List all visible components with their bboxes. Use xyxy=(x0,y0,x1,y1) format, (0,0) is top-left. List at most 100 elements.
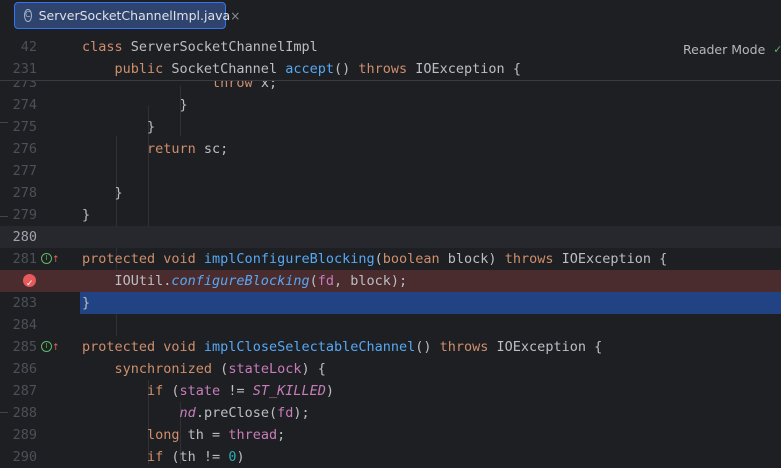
code-token: ( xyxy=(171,383,180,399)
code-line[interactable]: 231 public SocketChannel accept() throws… xyxy=(0,58,781,80)
code-text[interactable]: IOUtil.configureBlocking(fd, block); xyxy=(82,270,408,292)
code-token: if xyxy=(82,383,172,399)
code-token: ) xyxy=(236,449,245,465)
code-token: IOException { xyxy=(496,339,603,355)
code-line[interactable]: 276 return sc; xyxy=(0,138,781,160)
code-token: protected void xyxy=(82,251,204,267)
code-text[interactable]: nd.preClose(fd); xyxy=(82,402,310,424)
code-text[interactable]: if (state != ST_KILLED) xyxy=(82,380,334,402)
code-token: implConfigureBlocking xyxy=(203,251,375,267)
reader-mode-button[interactable]: Reader Mode xyxy=(683,42,765,57)
code-text[interactable]: return sc; xyxy=(82,138,228,160)
code-token: } xyxy=(82,207,91,223)
code-text[interactable]: protected void implCloseSelectableChanne… xyxy=(82,336,602,358)
line-number[interactable]: 288 xyxy=(0,402,37,424)
code-text[interactable]: long th = thread; xyxy=(82,424,285,446)
code-line[interactable]: 287 if (state != ST_KILLED) xyxy=(0,380,781,402)
code-text[interactable]: public SocketChannel accept() throws IOE… xyxy=(82,58,521,80)
code-text[interactable]: if (th != 0) xyxy=(82,446,245,468)
code-token: state xyxy=(179,383,229,399)
code-editor[interactable]: 273 throw x; 274 } 275 } 276 return sc; 277 2… xyxy=(0,36,781,465)
line-number[interactable]: 284 xyxy=(0,314,37,336)
line-number[interactable]: 286 xyxy=(0,358,37,380)
code-line[interactable]: 275 } xyxy=(0,116,781,138)
code-line[interactable]: 278 } xyxy=(0,182,781,204)
code-token: throws xyxy=(358,61,416,77)
code-line[interactable]: 286 synchronized (stateLock) { xyxy=(0,358,781,380)
line-number[interactable]: 274 xyxy=(0,94,37,116)
code-token: nd xyxy=(179,405,196,421)
line-number[interactable]: 289 xyxy=(0,424,37,446)
code-text[interactable]: } xyxy=(82,182,123,204)
code-line[interactable]: 290 if (th != 0) xyxy=(0,446,781,468)
line-number[interactable]: 290 xyxy=(0,446,37,468)
override-arrow-icon[interactable]: ↑ xyxy=(52,337,60,359)
file-tab-label: ServerSocketChannelImpl.java xyxy=(38,8,231,23)
code-line[interactable]: 284 xyxy=(0,314,781,336)
code-token: block) xyxy=(447,251,505,267)
code-text[interactable]: } xyxy=(82,94,188,116)
code-text[interactable]: } xyxy=(82,204,90,226)
breakpoint-icon[interactable]: ✓ xyxy=(23,274,36,289)
line-number[interactable]: 277 xyxy=(0,160,37,182)
code-line[interactable]: 281 I ↑ protected void implConfigureBlockin… xyxy=(0,248,781,270)
code-token: () xyxy=(415,339,440,355)
code-token: th = xyxy=(187,427,229,443)
code-token: IOException { xyxy=(415,61,521,77)
code-line[interactable]: 277 xyxy=(0,160,781,182)
code-token: ); xyxy=(293,405,310,421)
code-token: != xyxy=(228,383,253,399)
override-arrow-icon[interactable]: ↑ xyxy=(52,249,60,271)
code-line[interactable]: 288 nd.preClose(fd); xyxy=(0,402,781,424)
code-line[interactable]: 289 long th = thread; xyxy=(0,424,781,446)
code-token: ST_KILLED xyxy=(252,383,326,399)
code-token: throws xyxy=(504,251,562,267)
code-text[interactable]: } xyxy=(82,116,155,138)
code-token: implCloseSelectableChannel xyxy=(203,339,416,355)
implements-method-icon[interactable]: I xyxy=(41,341,52,352)
code-token: stateLock xyxy=(228,361,302,377)
code-text[interactable]: } xyxy=(82,292,90,314)
line-number[interactable]: 278 xyxy=(0,182,37,204)
code-token: configureBlocking xyxy=(171,273,310,289)
code-line[interactable]: 274 } xyxy=(0,94,781,116)
line-number[interactable]: 276 xyxy=(0,138,37,160)
line-number[interactable]: 285 xyxy=(0,336,37,358)
line-number[interactable]: 275 xyxy=(0,116,37,138)
code-line[interactable]: 42 class ServerSocketChannelImpl xyxy=(0,36,781,58)
line-number[interactable]: 279 xyxy=(0,204,37,226)
code-text[interactable]: protected void implConfigureBlocking(boo… xyxy=(82,248,667,270)
line-number[interactable]: 287 xyxy=(0,380,37,402)
editor-tab-bar: C ServerSocketChannelImpl.java × xyxy=(0,0,781,37)
code-token: accept xyxy=(285,61,334,77)
code-text[interactable]: class ServerSocketChannelImpl xyxy=(82,36,318,58)
code-token: () xyxy=(333,61,359,77)
code-line[interactable]: 285 I ↑ protected void implCloseSelectableC… xyxy=(0,336,781,358)
code-token: ; xyxy=(277,427,286,443)
code-token: protected void xyxy=(82,339,204,355)
code-token: class xyxy=(82,39,131,55)
code-token: boolean xyxy=(382,251,448,267)
code-token: if xyxy=(82,449,172,465)
code-token: , block); xyxy=(333,273,408,289)
file-tab[interactable]: C ServerSocketChannelImpl.java × xyxy=(14,2,240,29)
code-text[interactable]: synchronized (stateLock) { xyxy=(82,358,326,380)
code-token: } xyxy=(82,119,156,135)
code-token: IOException { xyxy=(561,251,668,267)
sticky-header[interactable]: 42 class ServerSocketChannelImpl 231 publi… xyxy=(0,36,781,81)
line-number[interactable]: 231 xyxy=(0,58,37,80)
line-number[interactable]: 281 xyxy=(0,248,37,270)
line-number[interactable]: 42 xyxy=(0,36,37,58)
line-number[interactable]: 283 xyxy=(0,292,37,314)
line-number[interactable]: 280 xyxy=(0,226,37,248)
code-line[interactable]: 283} xyxy=(0,292,781,314)
close-icon[interactable]: × xyxy=(230,9,240,23)
code-line[interactable]: 279} xyxy=(0,204,781,226)
code-line[interactable]: 282✓ IOUtil.configureBlocking(fd, block)… xyxy=(0,270,781,292)
code-line[interactable]: 280 xyxy=(0,226,781,248)
selection-highlight xyxy=(80,292,781,314)
implements-method-icon[interactable]: I xyxy=(41,253,52,264)
code-token: } xyxy=(82,97,188,113)
check-icon[interactable]: ✓ xyxy=(774,42,781,56)
code-token: fd xyxy=(277,405,294,421)
